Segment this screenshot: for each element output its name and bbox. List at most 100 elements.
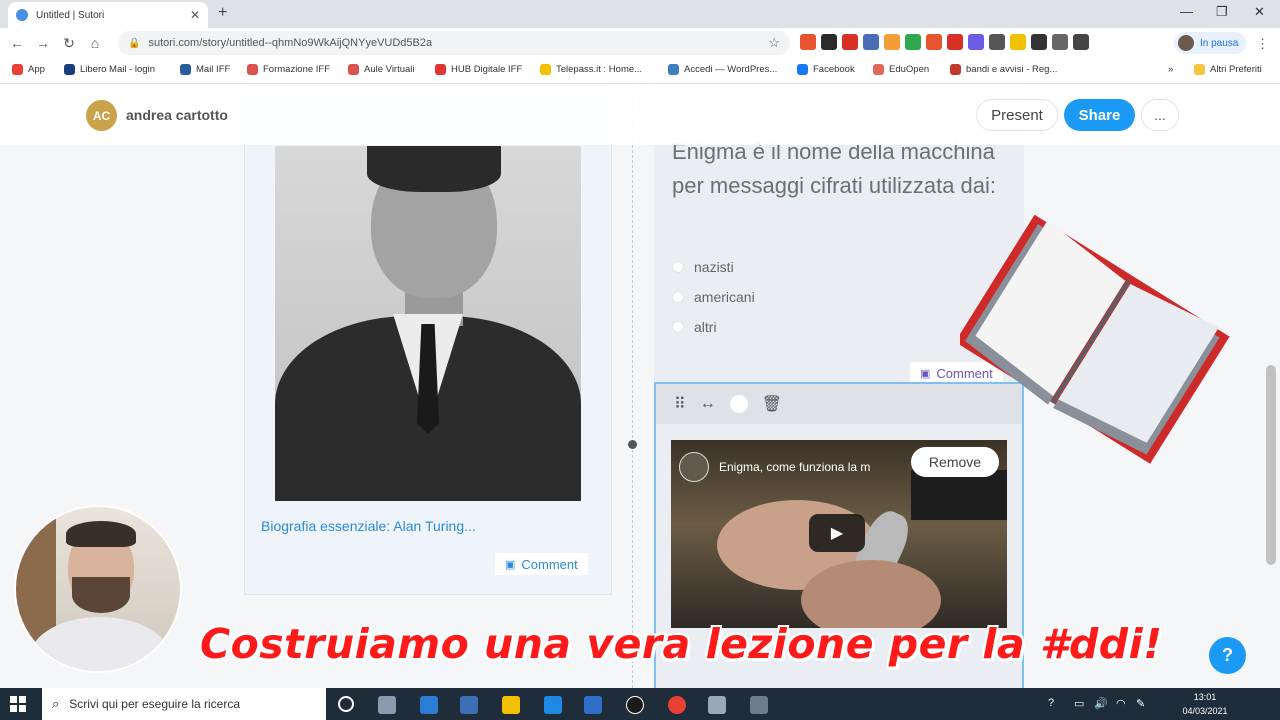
gmail-icon[interactable] [842,34,858,50]
forward-button[interactable]: → [30,35,56,51]
bookmark-item[interactable]: Accedi — WordPres... [668,64,777,75]
windows-start-icon[interactable] [10,696,26,712]
resize-icon[interactable]: ↔ [700,395,716,413]
search-icon: ⌕ [52,696,60,711]
app-header: AC andrea cartotto Present Share ... [0,85,1280,145]
store-icon[interactable] [460,696,478,714]
more-options-button[interactable]: ... [1141,99,1179,131]
grid-icon[interactable] [1031,34,1047,50]
quiz-option[interactable]: americani [672,289,755,305]
address-bar[interactable]: 🔒 sutori.com/story/untitled--qhmNo9WkAij… [118,31,790,55]
home-button[interactable]: ⌂ [82,35,108,51]
bookmark-item[interactable]: App [12,64,45,75]
clock-time: 13:01 [1193,692,1217,702]
taskbar-search[interactable]: ⌕ Scrivi qui per eseguire la ricerca [42,688,326,720]
bookmark-item[interactable]: bandi e avvisi - Reg... [950,64,1057,75]
wordpress-icon [668,64,679,75]
extension-icon[interactable] [905,34,921,50]
calculator-icon[interactable] [750,696,768,714]
taskbar-clock[interactable]: 13:01 04/03/2021 [1180,690,1230,718]
quiz-option[interactable]: altri [672,319,717,335]
user-name: andrea cartotto [126,107,228,123]
other-bookmarks-folder[interactable]: Altri Preferiti [1194,64,1262,75]
quiz-option[interactable]: nazisti [672,259,734,275]
book-icon [960,214,1230,464]
video-title: Enigma, come funziona la m [679,452,870,482]
share-button[interactable]: Share [1064,99,1135,131]
hp-icon[interactable] [626,696,644,714]
bookmarks-overflow-button[interactable]: » [1168,64,1173,75]
thumbs-up-icon[interactable] [1010,34,1026,50]
play-icon[interactable]: ▶ [809,514,865,552]
maximize-button[interactable]: ❐ [1216,4,1228,20]
windows-taskbar: ⌕ Scrivi qui per eseguire la ricerca ? ▭… [0,688,1280,720]
bookmark-item[interactable]: Formazione IFF [247,64,330,75]
file-explorer-icon[interactable] [502,696,520,714]
new-extension-icon[interactable] [800,34,816,50]
bookmark-item[interactable]: EduOpen [873,64,929,75]
help-button[interactable]: ? [1209,637,1246,674]
profile-avatar [1178,35,1194,51]
drag-handle-icon[interactable]: ⠿ [674,394,686,414]
extension-icon[interactable] [884,34,900,50]
quiz-question: Enigma è il nome della macchina per mess… [672,139,997,198]
aule-icon [348,64,359,75]
url-text[interactable]: sutori.com/story/untitled--qhmNo9WkAijQN… [148,37,768,49]
taskbar-search-placeholder: Scrivi qui per eseguire la ricerca [69,697,241,711]
new-tab-button[interactable]: + [218,4,227,22]
tab-sutori[interactable]: Untitled | Sutori ✕ [8,2,208,28]
user-avatar[interactable]: AC [86,100,117,131]
extension-icon[interactable] [989,34,1005,50]
bookmark-item[interactable]: HUB Digitale IFF [435,64,522,75]
bookmarks-bar: App Libero Mail - login Mail IFF Formazi… [0,58,1280,84]
pen-icon[interactable]: ✎ [1136,697,1145,710]
radio-icon[interactable] [672,261,684,273]
extension-icon[interactable] [926,34,942,50]
bookmark-item[interactable]: Aule Virtuali [348,64,415,75]
puzzle-icon[interactable] [1073,34,1089,50]
trash-icon[interactable]: 🗑 [762,394,782,414]
tab-close-icon[interactable]: ✕ [190,8,200,22]
minimize-button[interactable]: — [1180,4,1193,19]
settings-extension-icon[interactable] [968,34,984,50]
task-view-icon[interactable] [378,696,396,714]
comment-button[interactable]: ▣ Comment [495,553,588,575]
chrome-icon[interactable] [668,696,686,714]
regione-icon [950,64,961,75]
mail-app-icon[interactable] [420,696,438,714]
image-card[interactable]: Biografia essenziale: Alan Turing... ▣ C… [244,85,612,595]
edge-icon[interactable] [544,696,562,714]
extension-icon[interactable] [947,34,963,50]
bookmark-item[interactable]: Telepass.it : Home... [540,64,642,75]
scrollbar[interactable] [1266,365,1276,565]
help-icon[interactable]: ? [1048,697,1054,709]
browser-menu-icon[interactable]: ⋮ [1256,36,1269,52]
radio-icon[interactable] [672,291,684,303]
window-icon[interactable] [1052,34,1068,50]
window-close-button[interactable]: ✕ [1254,4,1265,20]
folder-icon [1194,64,1205,75]
app-icon[interactable] [708,696,726,714]
bookmark-item[interactable]: Mail IFF [180,64,230,75]
bookmark-item[interactable]: Facebook [797,64,855,75]
color-picker-icon[interactable] [729,395,748,413]
back-button[interactable]: ← [4,35,30,51]
cortana-icon[interactable] [338,696,354,712]
extension-icon[interactable] [821,34,837,50]
radio-icon[interactable] [672,321,684,333]
extension-icon[interactable] [863,34,879,50]
battery-icon[interactable]: ▭ [1074,697,1084,710]
volume-icon[interactable]: 🔊 [1094,697,1108,710]
clock-date: 04/03/2021 [1182,706,1228,716]
profile-status: In pausa [1200,37,1239,49]
bookmark-item[interactable]: Libero Mail - login [64,64,155,75]
comment-icon: ▣ [505,558,516,571]
bookmark-star-icon[interactable]: ☆ [768,35,780,51]
reload-button[interactable]: ↻ [56,35,82,52]
biography-link[interactable]: Biografia essenziale: Alan Turing... [261,518,476,534]
app-icon[interactable] [584,696,602,714]
profile-button[interactable]: In pausa [1174,32,1246,54]
present-button[interactable]: Present [976,99,1058,131]
wifi-icon[interactable]: ◠ [1116,697,1126,710]
mail-icon [180,64,191,75]
